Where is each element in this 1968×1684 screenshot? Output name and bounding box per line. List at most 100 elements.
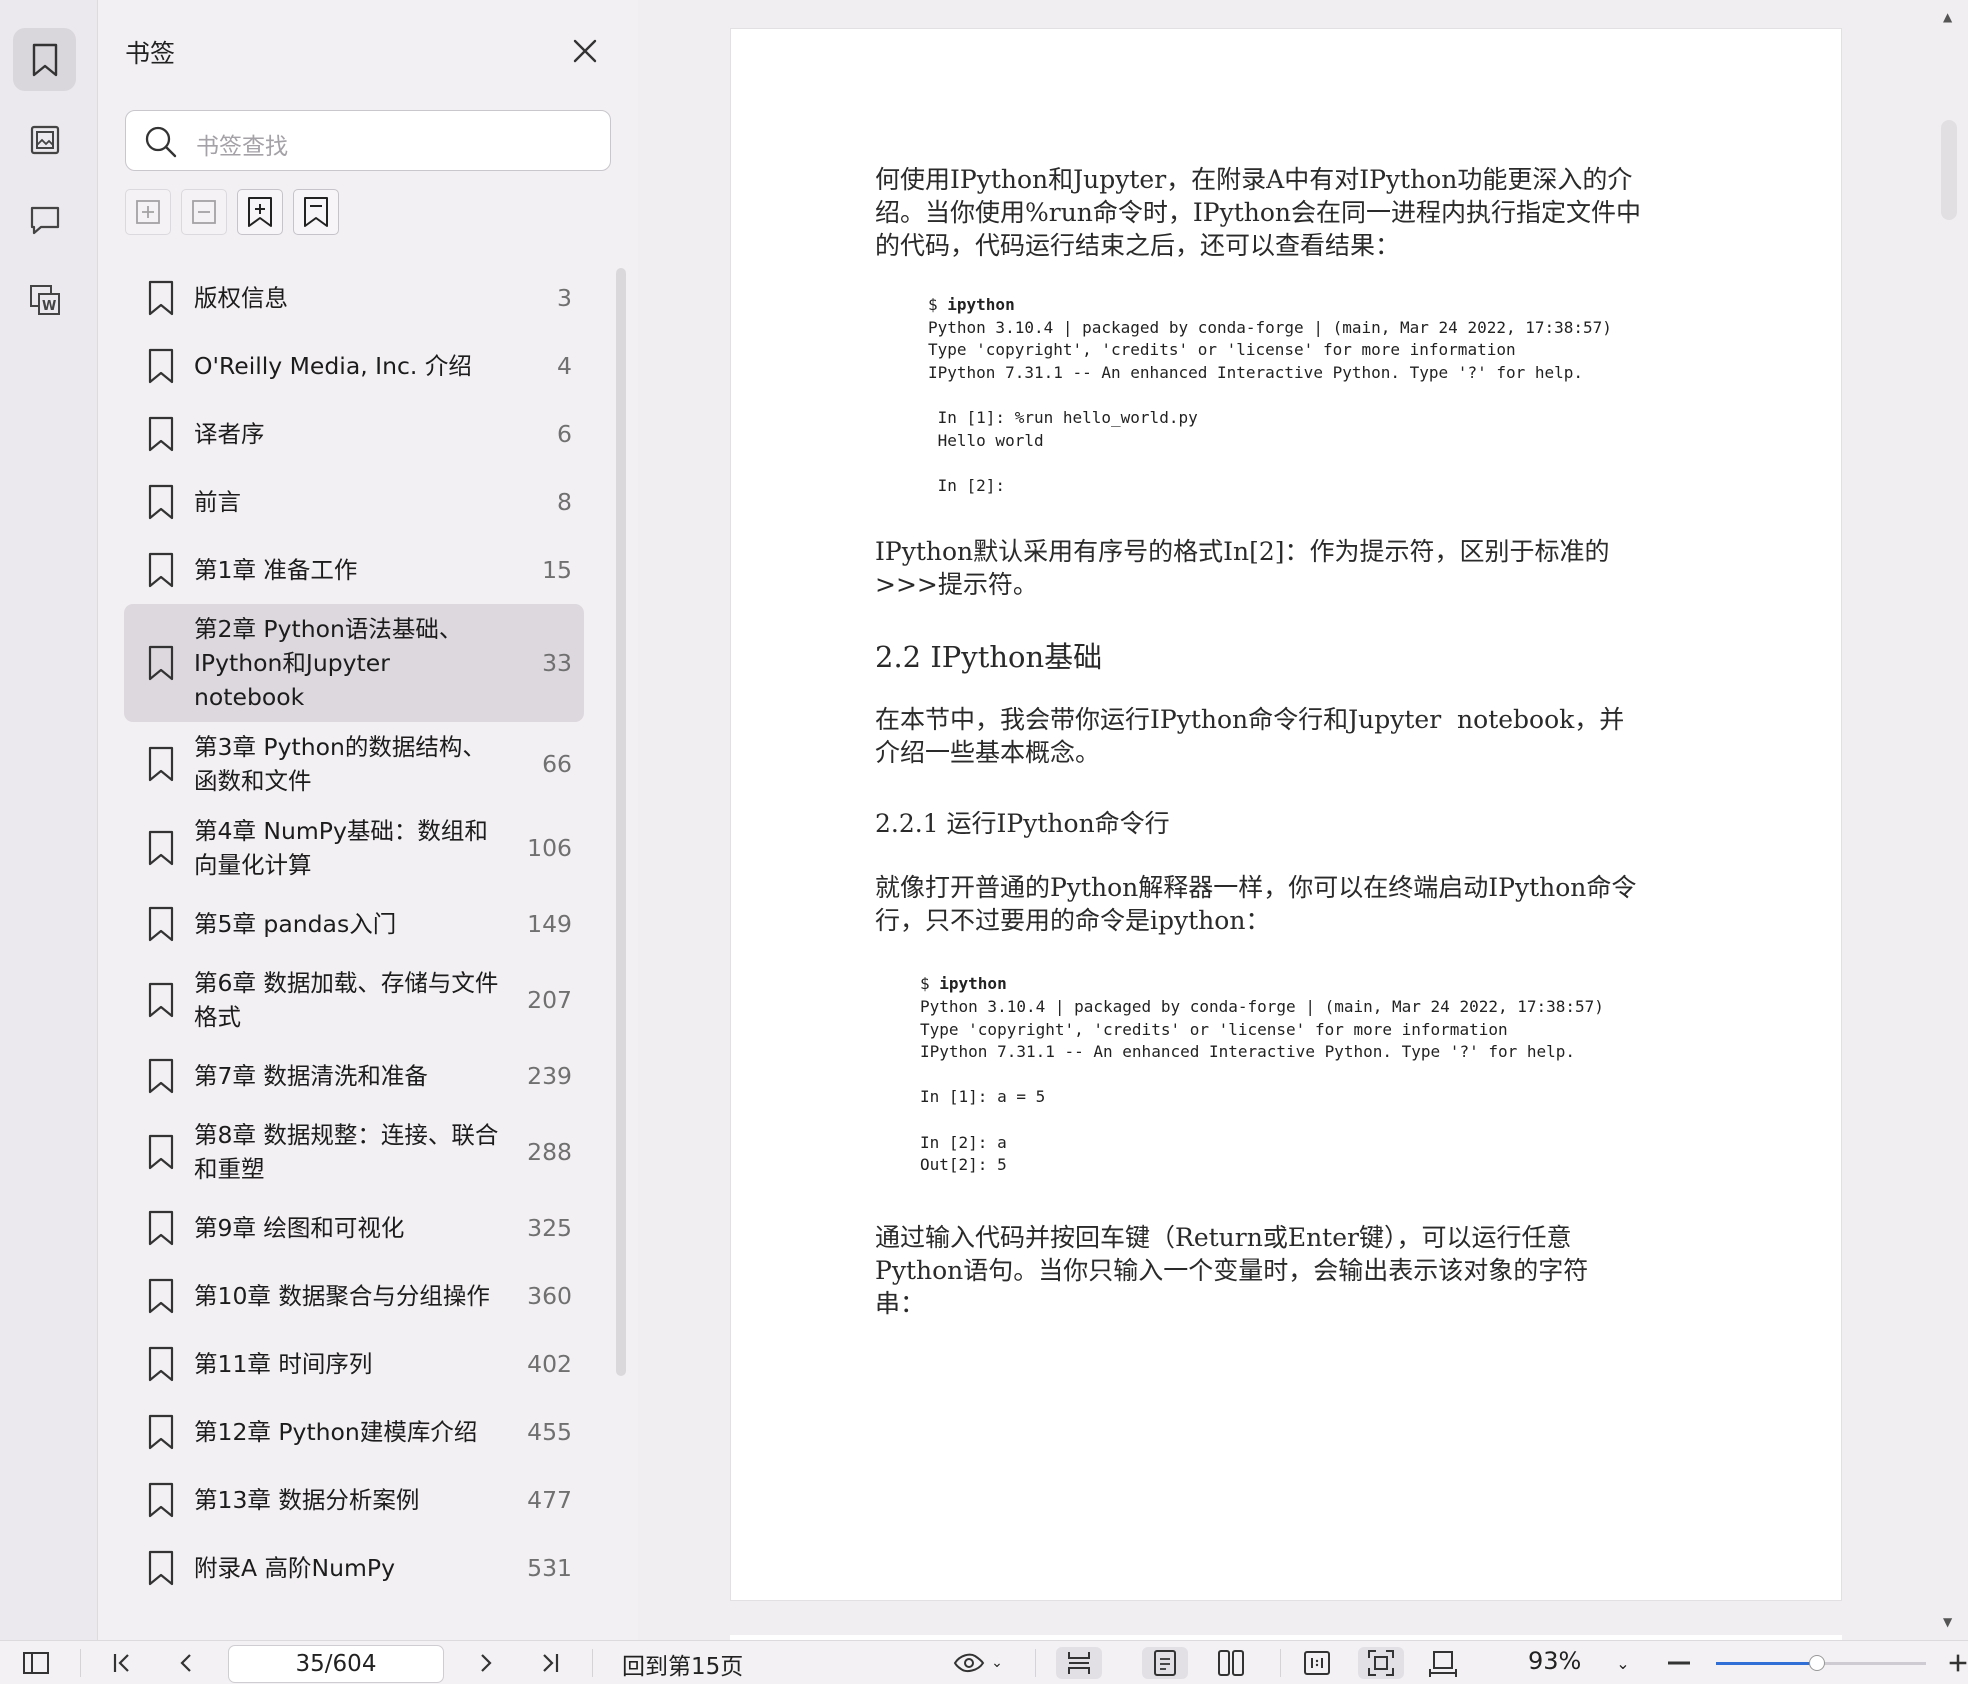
subsection-heading: 2.2.1 运行IPython命令行 <box>875 809 1170 839</box>
bookmark-icon <box>148 1414 174 1450</box>
bookmark-page-number: 455 <box>527 1418 572 1446</box>
previous-page-icon[interactable] <box>172 1647 200 1679</box>
bookmark-page-number: 6 <box>557 420 572 448</box>
bookmark-toolbar <box>125 189 339 235</box>
zoom-level[interactable]: 93% <box>1528 1647 1581 1675</box>
bookmark-item[interactable]: 第3章 Python的数据结构、函数和文件 66 <box>124 722 584 806</box>
bookmark-label: 第3章 Python的数据结构、函数和文件 <box>194 733 486 795</box>
bookmark-item[interactable]: 第6章 数据加载、存储与文件格式 207 <box>124 958 584 1042</box>
continuous-scroll-icon[interactable] <box>1056 1647 1102 1679</box>
document-viewer: 何使用IPython和Jupyter，在附录A中有对IPython功能更深入的介… <box>638 0 1968 1645</box>
bookmark-icon <box>148 906 174 942</box>
bookmark-item[interactable]: 第2章 Python语法基础、IPython和Jupyter notebook 3… <box>124 604 584 722</box>
bookmark-label: 第13章 数据分析案例 <box>194 1486 420 1514</box>
section-heading: 2.2 IPython基础 <box>875 640 1103 675</box>
zoom-in-icon[interactable] <box>1948 1647 1968 1679</box>
bookmark-label: 第1章 准备工作 <box>194 556 358 584</box>
bookmark-label: 前言 <box>194 488 241 516</box>
bookmark-item[interactable]: 译者序 6 <box>124 400 584 468</box>
bookmark-item[interactable]: 第10章 数据聚合与分组操作 360 <box>124 1262 584 1330</box>
eye-comfort-dropdown[interactable]: ⌄ <box>948 1647 1008 1679</box>
last-page-icon[interactable] <box>536 1647 564 1679</box>
expand-all-icon[interactable] <box>125 189 171 235</box>
document-scrollbar-thumb[interactable] <box>1941 120 1957 220</box>
add-bookmark-icon[interactable] <box>237 189 283 235</box>
bookmark-item[interactable]: 前言 8 <box>124 468 584 536</box>
bookmark-icon <box>148 416 174 452</box>
zoom-dropdown-chevron-icon[interactable]: ⌄ <box>1612 1647 1634 1679</box>
code-block: $ ipython Python 3.10.4 | packaged by co… <box>928 295 1612 495</box>
bookmark-label: 第2章 Python语法基础、IPython和Jupyter notebook <box>194 615 463 711</box>
bookmark-page-number: 66 <box>542 750 572 778</box>
next-page-icon[interactable] <box>472 1647 500 1679</box>
zoom-slider[interactable] <box>1716 1655 1926 1671</box>
code-output: Python 3.10.4 | packaged by conda-forge … <box>928 317 1612 495</box>
bookmark-item[interactable]: 第9章 绘图和可视化 325 <box>124 1194 584 1262</box>
bookmark-panel-icon[interactable] <box>13 28 76 91</box>
bookmark-icon <box>148 645 174 681</box>
bookmark-page-number: 477 <box>527 1486 572 1514</box>
actual-size-icon[interactable] <box>1294 1647 1340 1679</box>
bookmark-item[interactable]: 第7章 数据清洗和准备 239 <box>124 1042 584 1110</box>
bookmark-search-input[interactable]: 书签查找 <box>125 110 611 171</box>
first-page-icon[interactable] <box>108 1647 136 1679</box>
bookmark-icon <box>148 1058 174 1094</box>
search-placeholder: 书签查找 <box>196 134 288 160</box>
bookmark-icon <box>148 280 174 316</box>
bookmark-page-number: 149 <box>527 910 572 938</box>
bookmark-page-number: 8 <box>557 488 572 516</box>
bookmark-item[interactable]: 第5章 pandas入门 149 <box>124 890 584 958</box>
bookmark-label: 第7章 数据清洗和准备 <box>194 1062 428 1090</box>
comment-panel-icon[interactable] <box>13 188 76 251</box>
code-output: Python 3.10.4 | packaged by conda-forge … <box>920 996 1604 1175</box>
bookmark-item[interactable]: 第8章 数据规整：连接、联合和重塑 288 <box>124 1110 584 1194</box>
code-command: ipython <box>939 974 1007 994</box>
bookmark-item[interactable]: O'Reilly Media, Inc. 介绍 4 <box>124 332 584 400</box>
bookmark-page-number: 33 <box>542 649 572 677</box>
fit-width-icon[interactable] <box>1420 1647 1466 1679</box>
bookmark-page-number: 4 <box>557 352 572 380</box>
divider <box>1280 1649 1281 1677</box>
bookmark-panel: 书签 书签查找 版权信息 3 O'Reilly Media, Inc. 介绍 4 译者序… <box>98 0 638 1640</box>
bookmark-label: 译者序 <box>194 420 265 448</box>
two-page-icon[interactable] <box>1208 1647 1254 1679</box>
word-export-icon[interactable]: W <box>13 268 76 331</box>
bookmark-label: 第11章 时间序列 <box>194 1350 373 1378</box>
close-icon[interactable] <box>570 36 600 66</box>
bookmark-item[interactable]: 附录A 高阶NumPy 531 <box>124 1534 584 1602</box>
page-number-input[interactable]: 35/604 <box>228 1645 444 1683</box>
code-block: $ ipython Python 3.10.4 | packaged by co… <box>920 974 1604 1175</box>
single-page-icon[interactable] <box>1142 1647 1188 1679</box>
bookmark-label: 第8章 数据规整：连接、联合和重塑 <box>194 1121 499 1183</box>
left-icon-bar: W <box>0 0 98 1640</box>
bookmark-item[interactable]: 版权信息 3 <box>124 264 584 332</box>
bookmark-page-number: 239 <box>527 1062 572 1090</box>
bookmark-item[interactable]: 第11章 时间序列 402 <box>124 1330 584 1398</box>
scroll-down-arrow-icon[interactable]: ▼ <box>1943 1615 1952 1629</box>
bookmark-icon[interactable] <box>293 189 339 235</box>
go-back-link[interactable]: 回到第15页 <box>622 1647 743 1681</box>
bookmark-scrollbar[interactable] <box>616 268 626 1376</box>
paragraph: 在本节中，我会带你运行IPython命令行和Jupyter notebook，并… <box>875 705 1625 768</box>
zoom-out-icon[interactable] <box>1664 1647 1694 1679</box>
bookmark-item[interactable]: 第12章 Python建模库介绍 455 <box>124 1398 584 1466</box>
thumbnail-panel-icon[interactable] <box>13 108 76 171</box>
bookmark-label: 第9章 绘图和可视化 <box>194 1214 405 1242</box>
bookmark-icon <box>148 830 174 866</box>
bookmark-page-number: 106 <box>527 834 572 862</box>
fit-page-icon[interactable] <box>1358 1647 1404 1679</box>
zoom-slider-knob[interactable] <box>1808 1655 1825 1671</box>
paragraph: 何使用IPython和Jupyter，在附录A中有对IPython功能更深入的介… <box>875 165 1642 260</box>
bookmark-icon <box>148 982 174 1018</box>
bookmark-item[interactable]: 第4章 NumPy基础：数组和向量化计算 106 <box>124 806 584 890</box>
sidebar-toggle-icon[interactable] <box>20 1647 52 1679</box>
bookmark-page-number: 325 <box>527 1214 572 1242</box>
divider <box>1035 1649 1036 1677</box>
bookmark-item[interactable]: 第1章 准备工作 15 <box>124 536 584 604</box>
bookmark-label: 第4章 NumPy基础：数组和向量化计算 <box>194 817 488 879</box>
bookmark-page-number: 531 <box>527 1554 572 1582</box>
bookmark-item[interactable]: 第13章 数据分析案例 477 <box>124 1466 584 1534</box>
collapse-all-icon[interactable] <box>181 189 227 235</box>
bookmark-page-number: 402 <box>527 1350 572 1378</box>
scroll-up-arrow-icon[interactable]: ▲ <box>1943 10 1952 24</box>
